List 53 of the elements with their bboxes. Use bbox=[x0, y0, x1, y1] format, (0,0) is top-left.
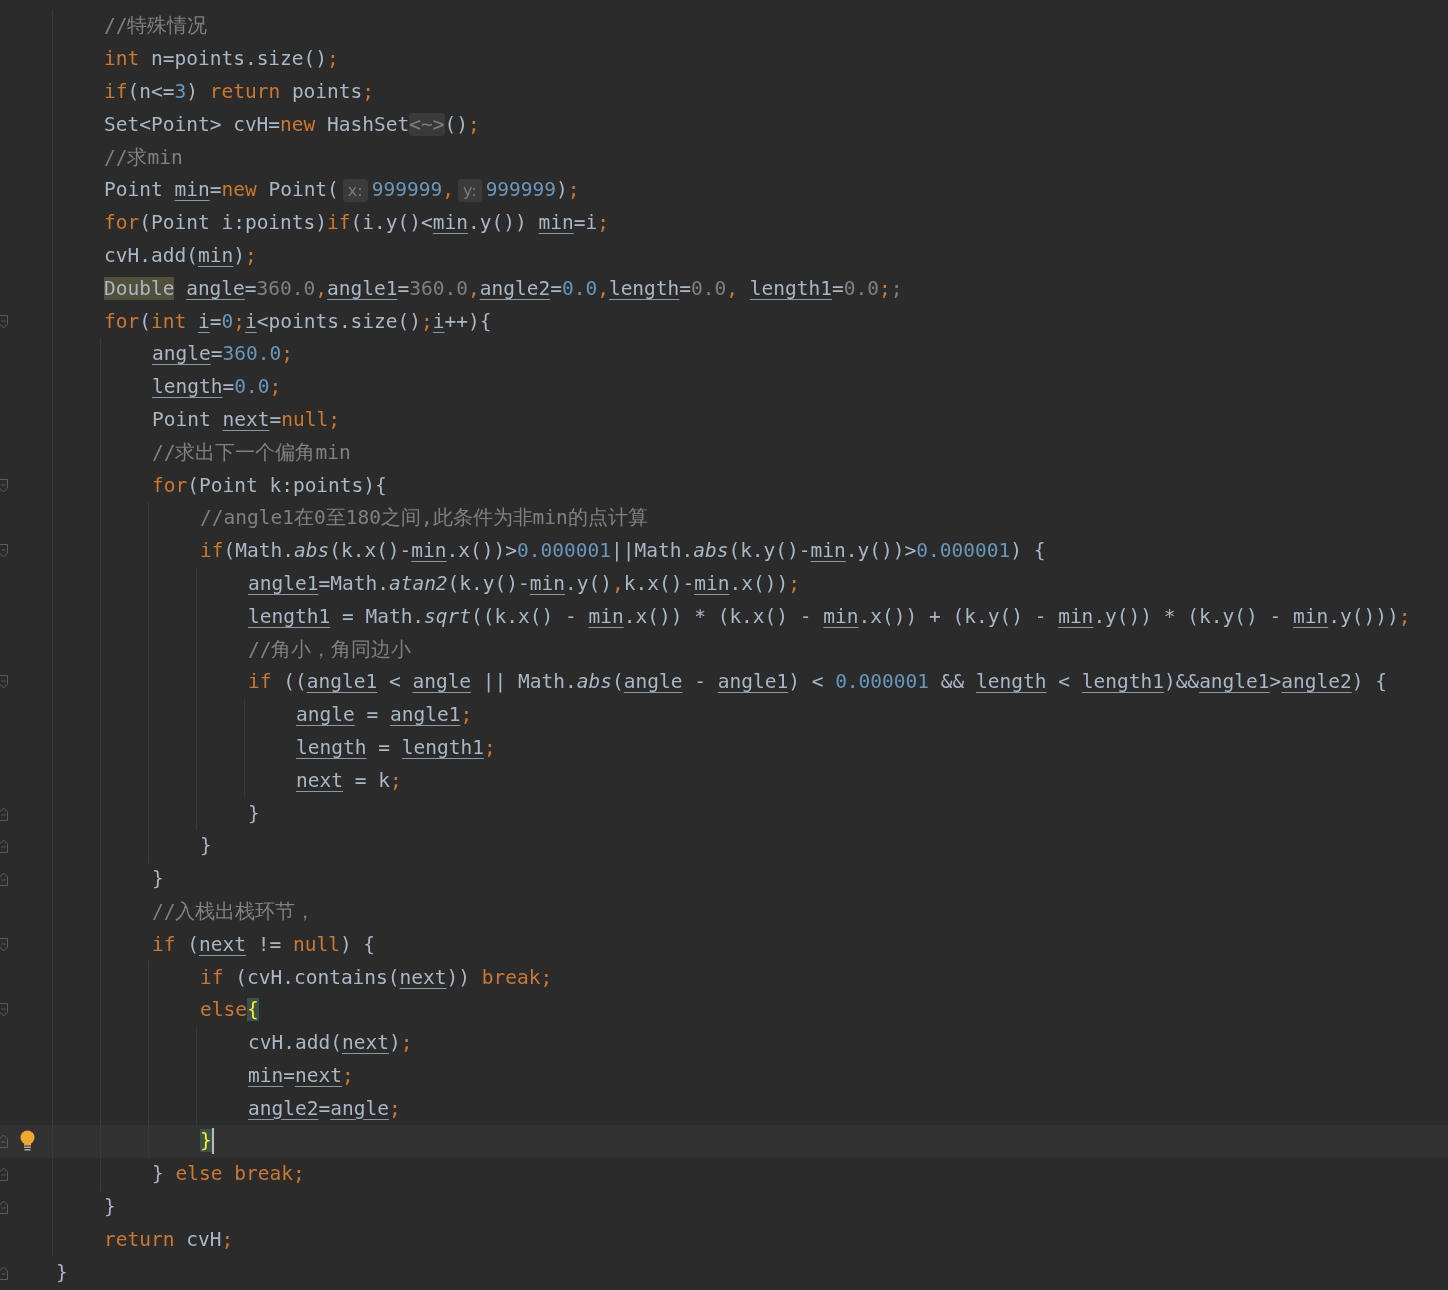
code-line: next = k; bbox=[296, 767, 402, 794]
code-line: angle2=angle; bbox=[248, 1095, 401, 1122]
code-line: cvH.add(min); bbox=[104, 242, 257, 269]
fold-marker-icon[interactable] bbox=[0, 872, 8, 887]
code-comment: //求出下一个偏角min bbox=[152, 439, 351, 466]
code-comment: //入栈出栈环节， bbox=[152, 898, 316, 925]
code-line: if(n<=3) return points; bbox=[104, 79, 375, 105]
code-line: Double angle=360.0,angle1=360.0,angle2=0.0,length=0.0, length1=0.0;; bbox=[104, 275, 903, 302]
fold-marker-icon[interactable] bbox=[0, 675, 8, 690]
code-line: if (cvH.contains(next)) break; bbox=[200, 964, 553, 991]
fold-marker-icon[interactable] bbox=[0, 1003, 8, 1018]
code-line: for(int i=0;i<points.size();i++){ bbox=[104, 308, 492, 335]
code-comment: //求min bbox=[104, 144, 183, 171]
fold-marker-icon[interactable] bbox=[0, 1134, 8, 1149]
lightbulb-icon[interactable] bbox=[19, 1130, 36, 1153]
code-line: } bbox=[56, 1259, 68, 1286]
code-line: Set<Point> cvH=new HashSet<~>(); bbox=[104, 111, 480, 138]
code-line: } else break; bbox=[152, 1161, 305, 1188]
code-line: for(Point k:points){ bbox=[152, 472, 387, 499]
fold-marker-icon[interactable] bbox=[0, 937, 8, 952]
fold-marker-icon[interactable] bbox=[0, 314, 8, 329]
fold-marker-icon[interactable] bbox=[0, 1167, 8, 1182]
code-line: return cvH; bbox=[104, 1226, 234, 1253]
text-cursor bbox=[211, 1128, 214, 1155]
code-line: } bbox=[248, 800, 260, 827]
code-line: } bbox=[200, 833, 212, 860]
fold-marker-icon[interactable] bbox=[0, 1265, 8, 1280]
code-line: angle = angle1; bbox=[296, 702, 473, 729]
code-line: length1 = Math.sqrt((k.x() - min.x()) * (k.x() - min.x()) + (k.y() - min.y()) * (k.y() - min.y())); bbox=[248, 603, 1411, 630]
code-line: length=0.0; bbox=[152, 374, 282, 401]
code-line: else{ bbox=[200, 997, 259, 1024]
code-line: } bbox=[104, 1194, 116, 1221]
code-line: if (next != null) { bbox=[152, 931, 376, 958]
fold-marker-icon[interactable] bbox=[0, 839, 8, 854]
code-line: Point next=null; bbox=[152, 406, 340, 433]
code-line: angle1=Math.atan2(k.y()-min.y(),k.x()-min.x()); bbox=[248, 570, 800, 597]
code-comment: //特殊情况 bbox=[104, 13, 208, 40]
code-line: for(Point i:points)if(i.y()<min.y()) min=i; bbox=[104, 210, 609, 237]
code-comment: //角小，角同边小 bbox=[248, 636, 412, 663]
code-line: int n=points.size(); bbox=[104, 46, 339, 73]
code-line: if(Math.abs(k.x()-min.x())>0.000001||Math.abs(k.y()-min.y())>0.000001) { bbox=[200, 538, 1046, 565]
code-comment: //angle1在0至180之间,此条件为非min的点计算 bbox=[200, 505, 648, 532]
code-line: Point min=new Point( x: 999999, y: 999999); bbox=[104, 176, 580, 204]
fold-marker-icon[interactable] bbox=[0, 544, 8, 559]
fold-marker-icon[interactable] bbox=[0, 1200, 8, 1215]
code-line: length = length1; bbox=[296, 734, 496, 761]
code-line: if ((angle1 < angle || Math.abs(angle - angle1) < 0.000001 && length < length1)&&angle1>angle2) { bbox=[248, 669, 1387, 696]
code-line: min=next; bbox=[248, 1062, 354, 1089]
code-line: } bbox=[152, 866, 164, 893]
code-line: cvH.add(next); bbox=[248, 1030, 413, 1057]
fold-marker-icon[interactable] bbox=[0, 478, 8, 493]
code-line: angle=360.0; bbox=[152, 341, 293, 368]
fold-marker-icon[interactable] bbox=[0, 806, 8, 821]
